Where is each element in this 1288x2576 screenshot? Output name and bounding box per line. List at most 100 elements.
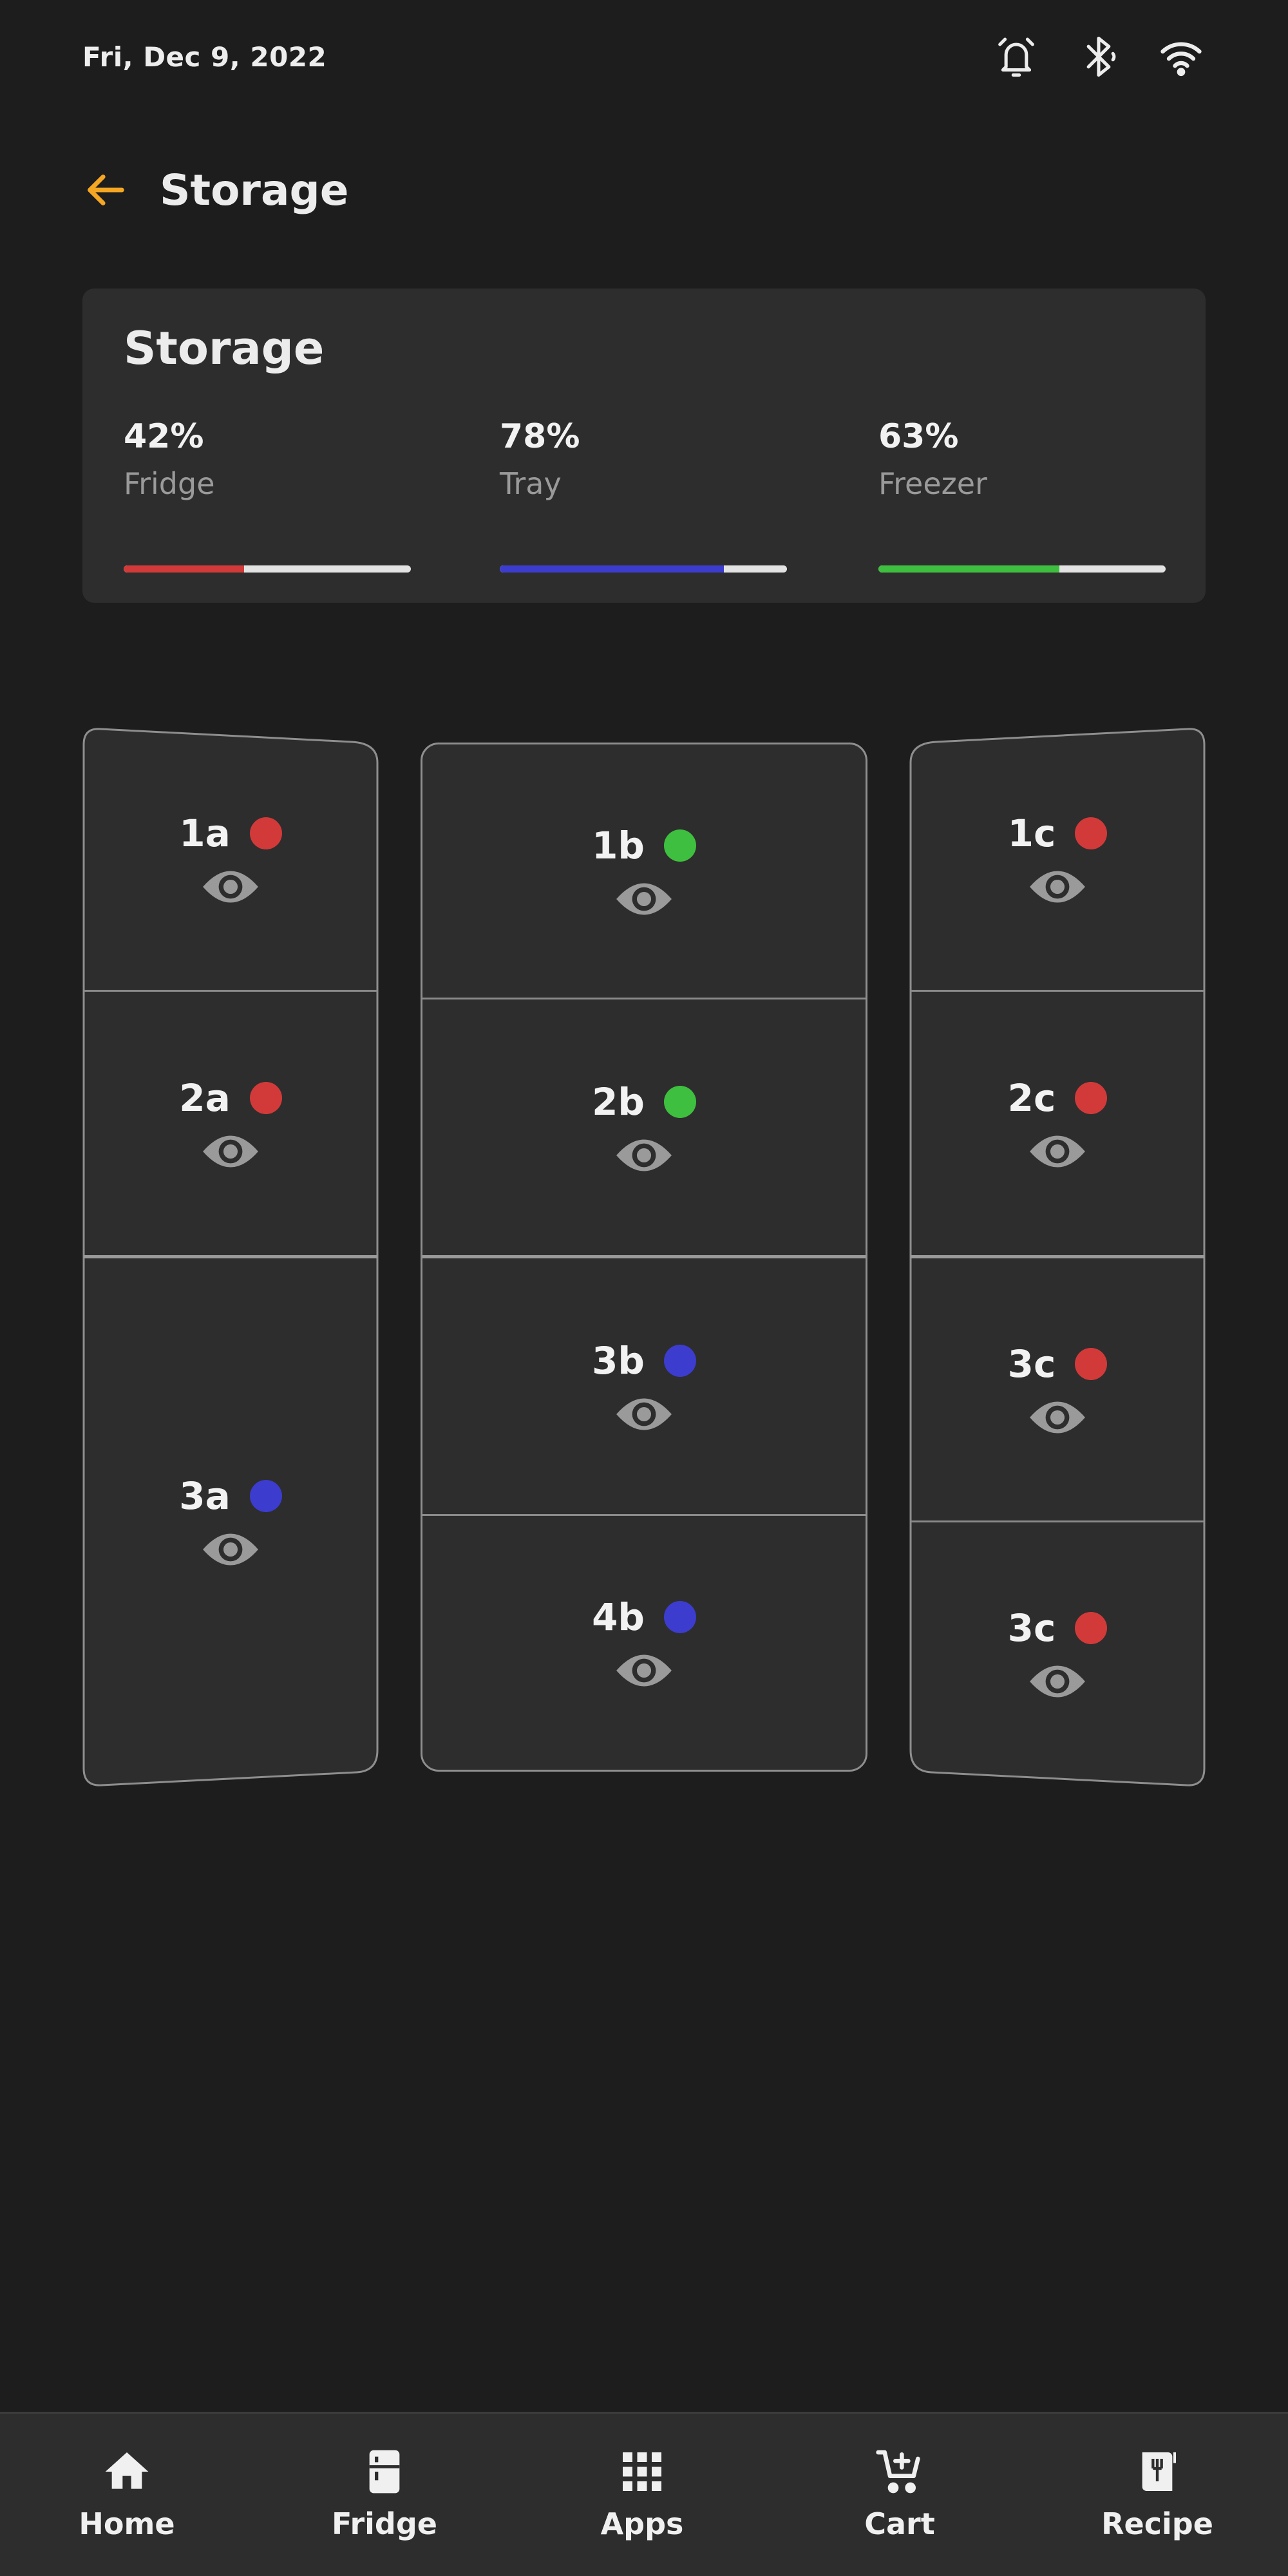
compartment-label: 2b [592,1079,645,1124]
eye-icon [1028,1397,1087,1437]
compartment-label: 3b [592,1338,645,1383]
bluetooth-icon [1074,32,1123,81]
compartment-1b[interactable]: 1b [422,744,866,999]
nav-label: Cart [864,2506,935,2541]
status-dot [663,1085,696,1118]
nav-label: Apps [600,2506,684,2541]
stat-freezer: 63% Freezer [878,417,1166,573]
compartment-1a[interactable]: 1a [84,728,377,992]
status-dot [1075,1082,1107,1114]
nav-apps[interactable]: Apps [558,2414,726,2576]
apps-grid-icon [623,2452,661,2491]
view-button[interactable] [614,1394,674,1434]
eye-icon [616,1654,672,1687]
view-button[interactable] [1028,1397,1087,1437]
progress-fill [878,565,1059,573]
compartment-4b[interactable]: 4b [422,1516,866,1770]
fridge-icon [369,2450,400,2494]
nav-recipe[interactable]: Recipe [1074,2414,1241,2576]
progress-bar [500,565,787,573]
nav-fridge[interactable]: Fridge [301,2414,468,2576]
page-header: Storage [82,158,349,222]
compartment-3a[interactable]: 3a [84,1258,377,1785]
progress-fill [500,565,724,573]
status-dot [1075,817,1107,849]
compartment-2b[interactable]: 2b [422,999,866,1258]
eye-icon [201,1132,260,1171]
status-date: Fri, Dec 9, 2022 [82,41,327,73]
status-dot [250,1480,282,1512]
status-bar: Fri, Dec 9, 2022 [82,32,1206,84]
compartment-label: 1c [1007,811,1056,855]
eye-icon [1028,867,1087,907]
stat-tray: 78% Tray [500,417,787,573]
status-dot [1075,1348,1107,1380]
nav-label: Recipe [1101,2506,1213,2541]
progress-fill [124,565,245,573]
nav-home[interactable]: Home [43,2414,211,2576]
stat-label: Freezer [878,466,987,501]
stat-fridge: 42% Fridge [124,417,411,573]
compartment-2c[interactable]: 2c [911,992,1204,1258]
progress-bar [878,565,1166,573]
compartment-label: 1b [592,823,645,867]
compartment-label: 3c [1007,1606,1056,1650]
nav-label: Fridge [332,2506,437,2541]
compartment-3b[interactable]: 3b [422,1258,866,1516]
view-button[interactable] [1028,1132,1087,1171]
wifi-icon [1157,32,1206,81]
stat-percent: 78% [500,417,580,456]
compartment-label: 4b [592,1595,645,1639]
recipe-icon [1142,2452,1176,2491]
status-dot [250,1082,282,1114]
stat-percent: 63% [878,417,959,456]
status-dot [250,817,282,849]
status-dot [663,1601,696,1633]
status-dot [1075,1612,1107,1644]
view-button[interactable] [201,867,260,907]
nav-cart[interactable]: Cart [816,2414,983,2576]
cart-add-icon [876,2450,920,2494]
home-icon [105,2452,149,2489]
alarm-icon [992,32,1041,81]
progress-bar [124,565,411,573]
eye-icon [616,1397,672,1430]
eye-icon [201,867,260,907]
eye-icon [616,882,672,915]
stat-label: Tray [500,466,562,501]
compartment-3c-lower[interactable]: 3c [911,1522,1204,1785]
view-button[interactable] [1028,1662,1087,1701]
status-icons [992,32,1206,81]
compartment-3c[interactable]: 3c [911,1258,1204,1522]
compartment-label: 3c [1007,1341,1056,1386]
compartment-label: 3a [179,1474,231,1518]
page-title: Storage [160,165,349,215]
eye-icon [1028,1662,1087,1701]
card-title: Storage [124,322,325,375]
view-button[interactable] [201,1132,260,1171]
view-button[interactable] [614,1651,674,1690]
arrow-back-icon [88,175,124,205]
back-button[interactable] [82,167,128,213]
compartment-column-left: 1a 2a 3a [84,728,377,1785]
eye-icon [616,1139,672,1171]
compartment-label: 2c [1007,1075,1056,1120]
nav-label: Home [79,2506,175,2541]
compartment-column-center: 1b 2b 3b 4b [421,743,867,1772]
compartment-1c[interactable]: 1c [911,728,1204,992]
stat-percent: 42% [124,417,204,456]
compartment-label: 1a [179,811,231,855]
view-button[interactable] [201,1530,260,1569]
stat-label: Fridge [124,466,215,501]
bottom-nav: Home Fridge Apps Cart Recipe [0,2412,1288,2576]
view-button[interactable] [614,1135,674,1175]
compartment-column-right: 1c 2c 3c 3c [911,728,1204,1785]
eye-icon [201,1530,260,1569]
compartment-label: 2a [179,1075,231,1120]
status-dot [663,829,696,862]
status-dot [663,1344,696,1377]
view-button[interactable] [614,879,674,919]
compartment-2a[interactable]: 2a [84,992,377,1258]
eye-icon [1028,1132,1087,1171]
view-button[interactable] [1028,867,1087,907]
